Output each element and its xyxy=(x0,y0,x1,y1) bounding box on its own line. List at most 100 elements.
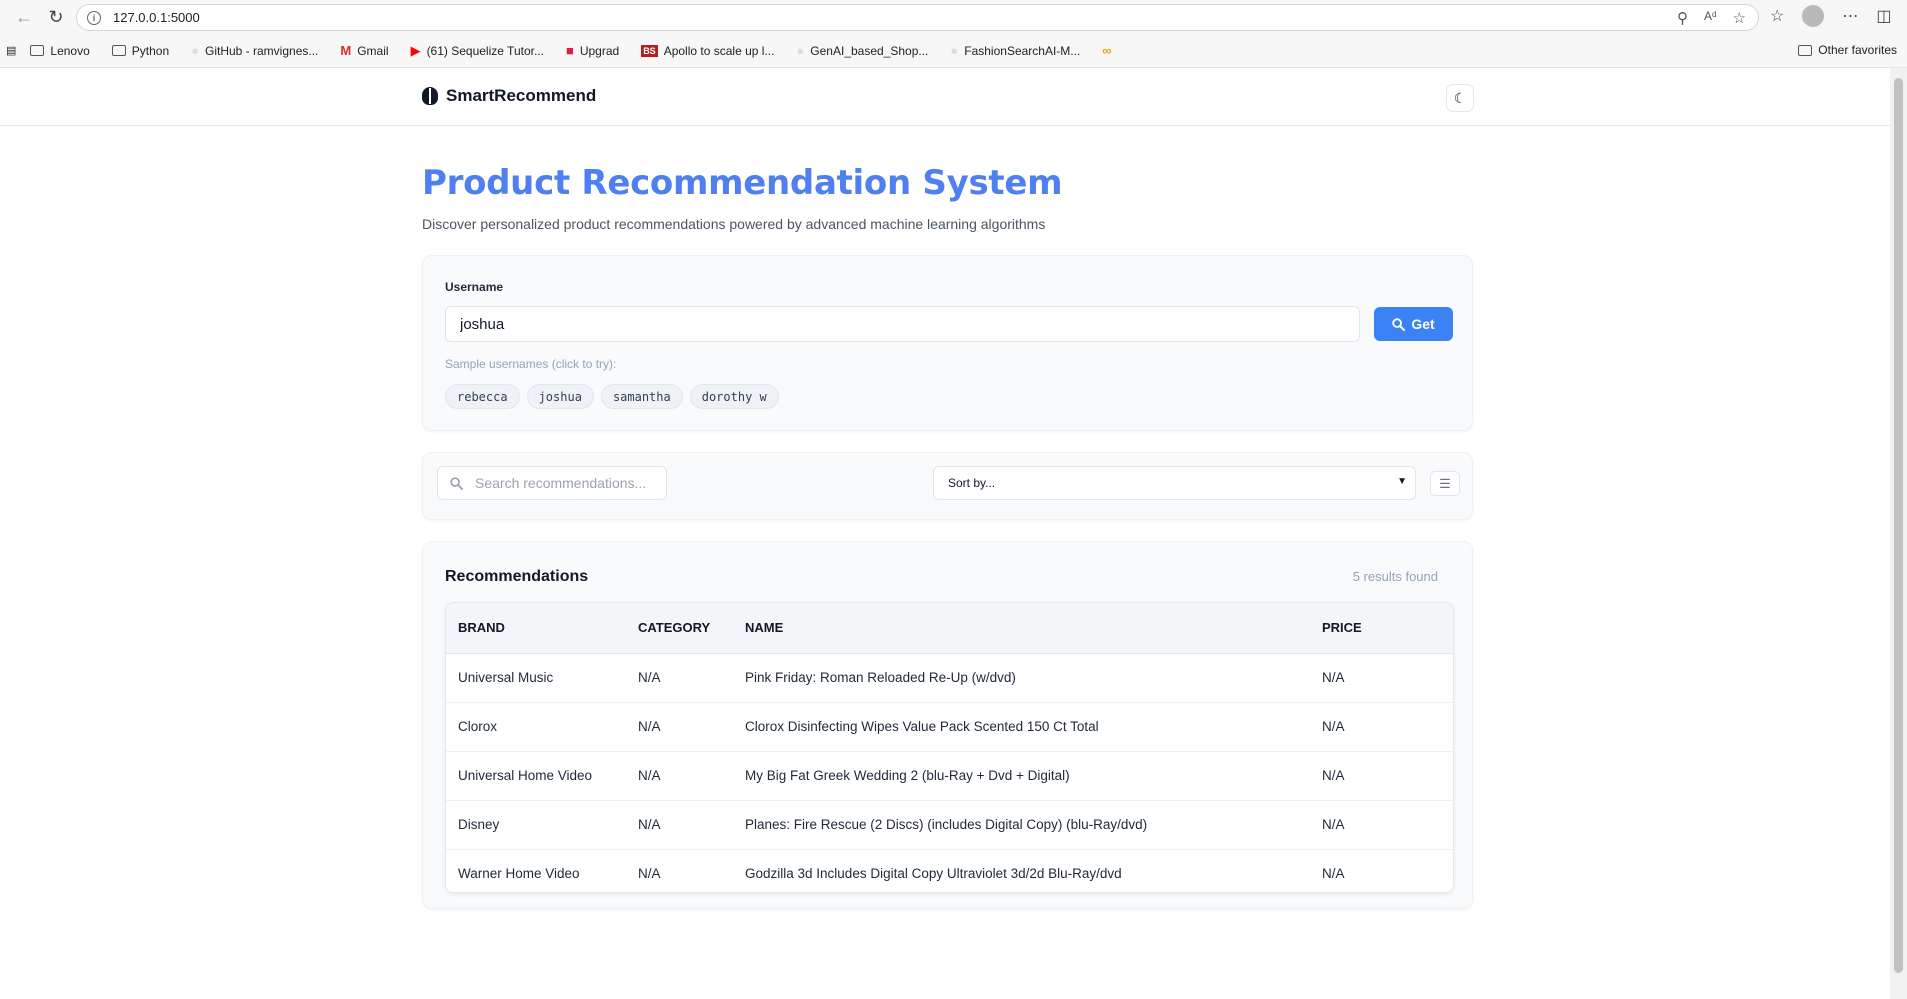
cell-brand: Universal Music xyxy=(446,653,626,703)
bookmark-github[interactable]: ● GitHub - ramvignes... xyxy=(191,43,318,58)
page-title: Product Recommendation System xyxy=(422,163,1063,203)
profile-avatar[interactable] xyxy=(1802,5,1825,27)
bookmark-label: FashionSearchAI-M... xyxy=(964,43,1081,58)
cell-name: Clorox Disinfecting Wipes Value Pack Sce… xyxy=(733,702,1310,752)
bookmark-python[interactable]: Python xyxy=(111,43,170,58)
cell-category: N/A xyxy=(626,702,733,752)
read-aloud-icon[interactable]: Aᵈ xyxy=(1704,9,1717,27)
chevron-down-icon: ▼ xyxy=(1397,476,1407,487)
search-input[interactable] xyxy=(475,475,655,491)
bookmark-lenovo[interactable]: Lenovo xyxy=(30,44,90,58)
other-favorites[interactable]: Other favorites xyxy=(1798,43,1897,57)
scrollbar-thumb[interactable] xyxy=(1894,78,1903,973)
results-table: BRAND CATEGORY NAME PRICE Universal Musi… xyxy=(445,602,1454,893)
bookmark-label: GenAI_based_Shop... xyxy=(810,43,929,58)
username-label: Username xyxy=(445,280,504,294)
infinity-icon: ∞ xyxy=(1102,43,1112,58)
table-row: Warner Home Video N/A Godzilla 3d Includ… xyxy=(446,849,1453,892)
filter-card: Sort by... ▼ ☰ xyxy=(422,452,1473,520)
zoom-icon[interactable]: ⚲ xyxy=(1677,9,1688,27)
username-input[interactable] xyxy=(445,306,1360,342)
bookmark-label: Gmail xyxy=(357,43,389,58)
sample-chip[interactable]: dorothy w xyxy=(689,384,779,409)
sample-chip[interactable]: samantha xyxy=(600,384,683,409)
youtube-icon: ▶ xyxy=(410,42,421,58)
username-card: Username Get Sample usernames (click to … xyxy=(422,255,1473,431)
sample-chip[interactable]: rebecca xyxy=(445,384,520,409)
cell-category: N/A xyxy=(626,800,733,850)
cell-category: N/A xyxy=(626,653,733,703)
info-icon[interactable]: i xyxy=(87,10,101,25)
cell-brand: Disney xyxy=(446,800,626,850)
search-box[interactable] xyxy=(437,466,667,500)
column-header-name: NAME xyxy=(733,603,1310,654)
folder-icon xyxy=(111,45,126,56)
favorites-bar-icon[interactable]: ☆ xyxy=(1770,6,1784,26)
column-header-category: CATEGORY xyxy=(626,603,733,654)
theme-toggle-button[interactable]: ☾ xyxy=(1446,84,1474,112)
cell-brand: Universal Home Video xyxy=(446,751,626,801)
github-icon: ● xyxy=(796,43,805,58)
column-header-price: PRICE xyxy=(1310,603,1453,654)
favorite-star-icon[interactable]: ☆ xyxy=(1733,9,1746,27)
table-row: Universal Home Video N/A My Big Fat Gree… xyxy=(446,751,1453,801)
search-icon xyxy=(1392,317,1406,331)
tab-actions-icon[interactable]: ▤ xyxy=(6,44,16,57)
page-scrollbar[interactable] xyxy=(1890,68,1907,999)
address-bar[interactable]: i 127.0.0.1:5000 ⚲ Aᵈ ☆ xyxy=(76,4,1759,31)
back-icon[interactable]: ← xyxy=(8,3,40,31)
bookmark-gmail[interactable]: M Gmail xyxy=(340,43,388,58)
sample-usernames-label: Sample usernames (click to try): xyxy=(445,357,617,371)
bookmark-infinity[interactable]: ∞ xyxy=(1102,43,1111,58)
column-header-brand: BRAND xyxy=(446,603,626,654)
moon-icon: ☾ xyxy=(1453,89,1467,106)
bookmark-apollo[interactable]: BS Apollo to scale up l... xyxy=(641,44,774,58)
sort-select-value: Sort by... xyxy=(948,476,996,490)
url-text[interactable]: 127.0.0.1:5000 xyxy=(113,10,200,25)
table-row: Disney N/A Planes: Fire Rescue (2 Discs)… xyxy=(446,800,1453,850)
bookmark-label: Apollo to scale up l... xyxy=(663,43,775,58)
cell-name: Pink Friday: Roman Reloaded Re-Up (w/dvd… xyxy=(733,653,1310,703)
cell-price: N/A xyxy=(1310,702,1453,752)
page-subtitle: Discover personalized product recommenda… xyxy=(422,216,1046,232)
cell-price: N/A xyxy=(1322,866,1345,882)
sort-select[interactable]: Sort by... ▼ xyxy=(933,466,1416,500)
list-view-button[interactable]: ☰ xyxy=(1430,471,1460,496)
bookmark-upgrad[interactable]: ■ Upgrad xyxy=(566,43,619,58)
bookmark-label: (61) Sequelize Tutor... xyxy=(426,43,544,58)
results-card: Recommendations 5 results found BRAND CA… xyxy=(422,541,1473,909)
brand[interactable]: SmartRecommend xyxy=(422,86,596,106)
app-header: SmartRecommend ☾ xyxy=(0,68,1890,126)
cell-price: N/A xyxy=(1310,800,1453,850)
cell-name: My Big Fat Greek Wedding 2 (blu-Ray + Dv… xyxy=(733,751,1310,801)
cell-price: N/A xyxy=(1310,653,1453,703)
table-row: Clorox N/A Clorox Disinfecting Wipes Val… xyxy=(446,702,1453,752)
bs-icon: BS xyxy=(641,44,658,57)
other-favorites-label: Other favorites xyxy=(1818,43,1897,57)
sidebar-icon[interactable]: ◫ xyxy=(1876,6,1891,26)
brand-name: SmartRecommend xyxy=(446,86,597,105)
cell-name: Godzilla 3d Includes Digital Copy Ultrav… xyxy=(745,866,1122,882)
bookmark-youtube[interactable]: ▶ (61) Sequelize Tutor... xyxy=(411,43,544,59)
gmail-icon: M xyxy=(340,43,352,58)
bookmark-genai[interactable]: ● GenAI_based_Shop... xyxy=(796,43,928,58)
upgrad-icon: ■ xyxy=(565,43,574,58)
browser-toolbar: ← ↻ i 127.0.0.1:5000 ⚲ Aᵈ ☆ ☆ xyxy=(0,0,1907,34)
table-row: Universal Music N/A Pink Friday: Roman R… xyxy=(446,653,1453,703)
list-icon: ☰ xyxy=(1439,475,1451,491)
cell-name: Planes: Fire Rescue (2 Discs) (includes … xyxy=(733,800,1310,850)
bookmark-fashionsearch[interactable]: ● FashionSearchAI-M... xyxy=(950,43,1080,58)
sample-chip[interactable]: joshua xyxy=(526,384,594,409)
bookmark-label: Python xyxy=(131,43,170,58)
get-button[interactable]: Get xyxy=(1374,307,1453,341)
folder-icon xyxy=(1798,44,1813,56)
cell-brand: Clorox xyxy=(446,702,626,752)
reload-icon[interactable]: ↻ xyxy=(40,3,72,31)
table-header-row: BRAND CATEGORY NAME PRICE xyxy=(446,603,1453,654)
github-icon: ● xyxy=(950,43,959,58)
sample-usernames: rebecca joshua samantha dorothy w xyxy=(445,384,779,409)
more-menu-icon[interactable]: ⋯ xyxy=(1842,6,1858,26)
get-button-label: Get xyxy=(1411,316,1435,332)
cell-category: N/A xyxy=(626,751,733,801)
cell-price: N/A xyxy=(1310,751,1453,801)
